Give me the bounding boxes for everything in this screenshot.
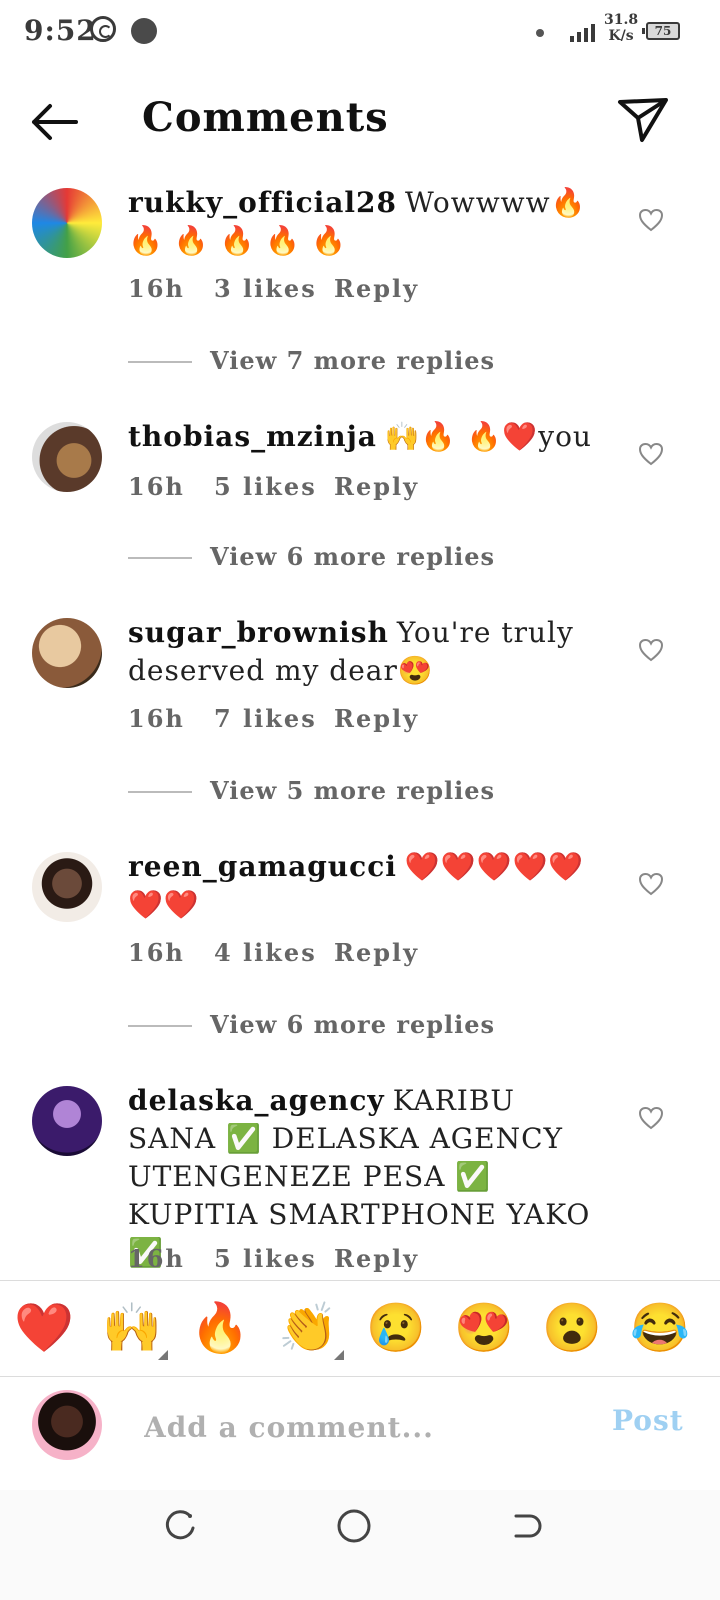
avatar[interactable] — [32, 618, 102, 688]
like-button[interactable] — [638, 638, 664, 662]
comment-text: reen_gamagucci ❤️❤️❤️❤️❤️❤️❤️ — [128, 848, 610, 924]
heart-outline-icon — [638, 208, 664, 232]
reply-button[interactable]: Reply — [334, 938, 419, 967]
battery-icon: 75 — [642, 22, 680, 40]
view-replies[interactable]: View 5 more replies — [128, 776, 608, 806]
arrow-left-icon — [32, 104, 78, 140]
add-comment-input[interactable] — [142, 1404, 586, 1450]
share-button[interactable] — [616, 94, 670, 144]
reply-button[interactable]: Reply — [334, 704, 419, 733]
emoji-heart-eyes-button[interactable]: 😍 — [454, 1298, 514, 1358]
comment-likes[interactable]: 4 likes — [214, 938, 334, 967]
home-button[interactable] — [334, 1506, 374, 1546]
indicator-dot-icon — [536, 29, 544, 37]
comment-meta: 16h 4 likes Reply — [128, 938, 419, 967]
replies-divider — [128, 791, 192, 793]
skin-tone-indicator-icon — [334, 1350, 344, 1360]
emoji-heart-button[interactable]: ❤️ — [14, 1298, 74, 1358]
replies-divider — [128, 361, 192, 363]
heart-outline-icon — [638, 1106, 664, 1130]
view-replies-label[interactable]: View 5 more replies — [210, 776, 495, 805]
comment-text: rukky_official28 Wowwww🔥 🔥 🔥 🔥 🔥 🔥 — [128, 184, 610, 260]
comment-likes[interactable]: 3 likes — [214, 274, 334, 303]
comment-body: 🙌🔥 🔥❤️you — [384, 420, 592, 453]
emoji-reaction-bar: ❤️ 🙌 🔥 👏 😢 😍 😮 😂 — [0, 1288, 720, 1372]
back-button[interactable] — [28, 100, 80, 144]
avatar[interactable] — [32, 1086, 102, 1156]
comment-meta: 16h 7 likes Reply — [128, 704, 419, 733]
emoji-crying-button[interactable]: 😢 — [366, 1298, 426, 1358]
back-nav-icon — [514, 1514, 542, 1538]
reply-button[interactable]: Reply — [334, 274, 419, 303]
reply-button[interactable]: Reply — [334, 472, 419, 501]
heart-outline-icon — [638, 638, 664, 662]
comment-username[interactable]: rukky_official28 — [128, 186, 397, 219]
view-replies[interactable]: View 7 more replies — [128, 346, 608, 376]
avatar[interactable] — [32, 852, 102, 922]
comment-time: 16h — [128, 472, 185, 501]
comment-meta: 16h 5 likes Reply — [128, 1244, 419, 1273]
comment-input-row: Post — [0, 1380, 720, 1476]
replies-divider — [128, 1025, 192, 1027]
home-circle-icon — [337, 1509, 371, 1543]
status-bar: 9:52 31.8 K/s 75 — [0, 0, 720, 64]
comment-username[interactable]: sugar_brownish — [128, 616, 389, 649]
system-nav-bar — [0, 1490, 720, 1600]
view-replies-label[interactable]: View 6 more replies — [210, 1010, 495, 1039]
emoji-raised-hands-button[interactable]: 🙌 — [102, 1298, 168, 1360]
comment-meta: 16h 5 likes Reply — [128, 472, 419, 501]
avatar[interactable] — [32, 188, 102, 258]
heart-outline-icon — [638, 442, 664, 466]
emoji-surprised-button[interactable]: 😮 — [542, 1298, 602, 1358]
emoji-laughing-button[interactable]: 😂 — [630, 1298, 690, 1358]
recents-button[interactable] — [160, 1506, 200, 1546]
comment-text: sugar_brownish You're truly deserved my d… — [128, 614, 610, 690]
comment-time: 16h — [128, 274, 185, 303]
view-replies[interactable]: View 6 more replies — [128, 1010, 608, 1040]
comment-likes[interactable]: 5 likes — [214, 1244, 334, 1273]
skin-tone-indicator-icon — [158, 1350, 168, 1360]
like-button[interactable] — [638, 442, 664, 466]
comment-text: thobias_mzinja 🙌🔥 🔥❤️you — [128, 418, 610, 456]
comment-username[interactable]: thobias_mzinja — [128, 420, 377, 453]
replies-divider — [128, 557, 192, 559]
comment-likes[interactable]: 5 likes — [214, 472, 334, 501]
header: Comments — [0, 80, 720, 160]
emoji-clap-button[interactable]: 👏 — [278, 1298, 344, 1360]
reply-button[interactable]: Reply — [334, 1244, 419, 1273]
comment-meta: 16h 3 likes Reply — [128, 274, 419, 303]
heart-outline-icon — [638, 872, 664, 896]
view-replies-label[interactable]: View 7 more replies — [210, 346, 495, 375]
like-button[interactable] — [638, 1106, 664, 1130]
divider — [0, 1376, 720, 1377]
comment-username[interactable]: reen_gamagucci — [128, 850, 397, 883]
comment-likes[interactable]: 7 likes — [214, 704, 334, 733]
like-button[interactable] — [638, 872, 664, 896]
comment-time: 16h — [128, 1244, 185, 1273]
divider — [0, 1280, 720, 1281]
view-replies[interactable]: View 6 more replies — [128, 542, 608, 572]
comment-time: 16h — [128, 938, 185, 967]
avatar[interactable] — [32, 422, 102, 492]
whatsapp-notification-icon — [90, 16, 116, 42]
status-time: 9:52 — [24, 14, 97, 47]
page-title: Comments — [142, 94, 389, 141]
notification-dot-icon — [131, 18, 157, 44]
back-nav-button[interactable] — [506, 1506, 546, 1546]
my-avatar — [32, 1390, 102, 1460]
emoji-fire-button[interactable]: 🔥 — [190, 1298, 250, 1358]
comment-username[interactable]: delaska_agency — [128, 1084, 385, 1117]
post-button[interactable]: Post — [612, 1404, 684, 1437]
view-replies-label[interactable]: View 6 more replies — [210, 542, 495, 571]
paper-plane-icon — [618, 98, 668, 142]
signal-icon — [570, 22, 598, 42]
network-speed: 31.8 K/s — [604, 12, 639, 44]
recents-icon — [165, 1510, 195, 1540]
like-button[interactable] — [638, 208, 664, 232]
comment-time: 16h — [128, 704, 185, 733]
